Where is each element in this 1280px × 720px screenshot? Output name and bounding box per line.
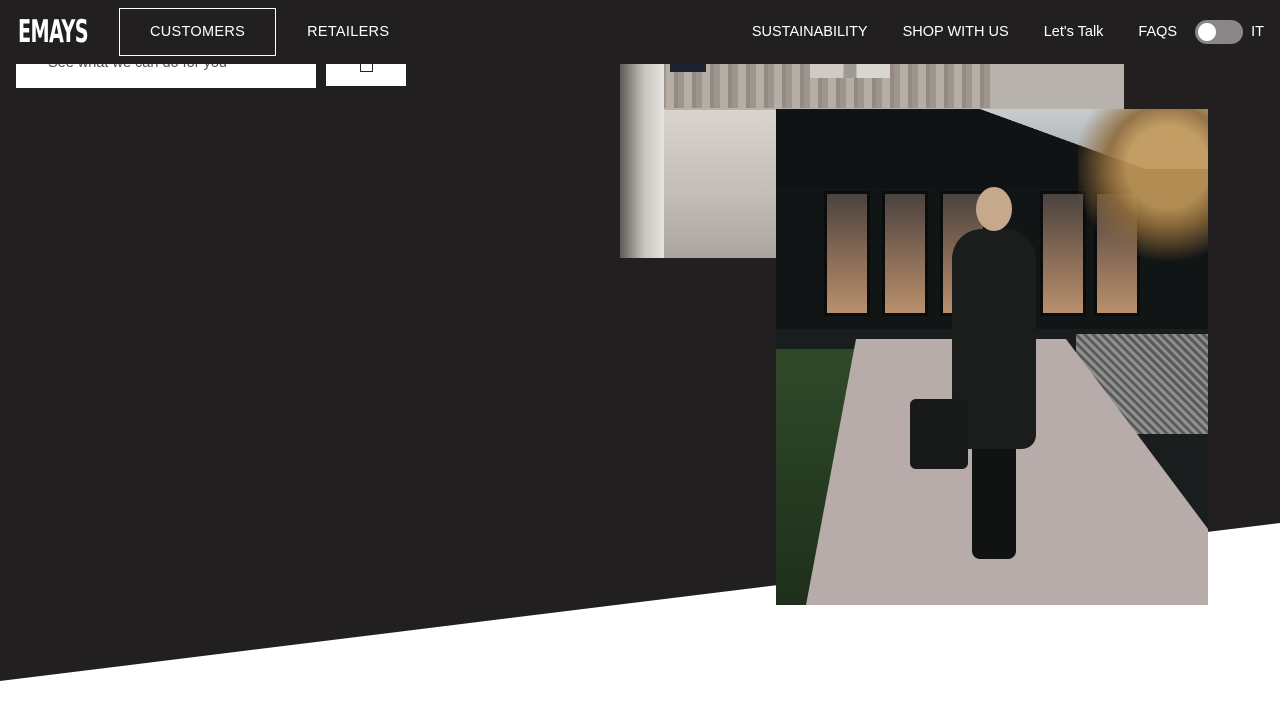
top-navigation: EMAYS CUSTOMERS RETAILERS SUSTAINABILITY… (0, 0, 1280, 64)
photo-person-head (976, 187, 1012, 231)
language-toggle[interactable] (1195, 20, 1244, 44)
nav-customers-button[interactable]: CUSTOMERS (119, 8, 277, 56)
secondary-nav: SUSTAINABILITY SHOP WITH US Let's Talk F… (752, 0, 1264, 64)
nav-retailers-button[interactable]: RETAILERS (276, 8, 420, 56)
toggle-knob (1198, 23, 1217, 41)
primary-nav: CUSTOMERS RETAILERS (119, 8, 420, 56)
woman-walking-photo (776, 109, 1208, 605)
photo-person-legs (972, 439, 1016, 559)
brand-logo[interactable]: EMAYS (18, 14, 89, 50)
nav-link-sustainability[interactable]: SUSTAINABILITY (752, 24, 868, 40)
photo-bag (910, 399, 968, 469)
photo-window (824, 191, 870, 316)
photo-wall (620, 30, 664, 258)
photo-tree (1078, 109, 1208, 269)
nav-link-lets-talk[interactable]: Let's Talk (1044, 24, 1104, 40)
nav-link-faqs[interactable]: FAQS (1138, 24, 1177, 40)
language-label: IT (1251, 24, 1264, 40)
nav-link-shop-with-us[interactable]: SHOP WITH US (903, 24, 1009, 40)
photo-window (882, 191, 928, 316)
